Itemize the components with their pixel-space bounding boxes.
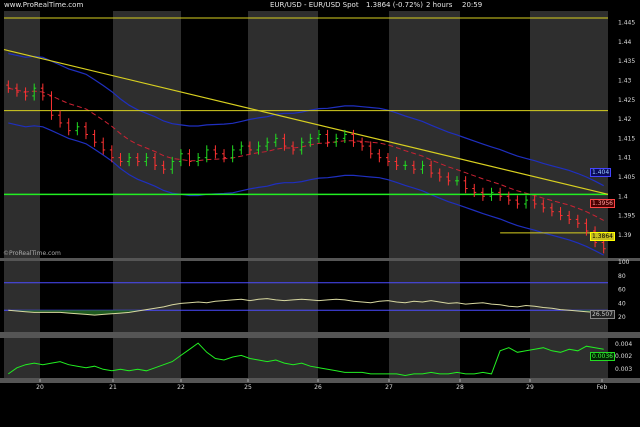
bollinger-price-label: 1.404 — [590, 168, 612, 177]
session-band — [4, 11, 40, 258]
session-band — [318, 261, 389, 332]
chart-canvas: 1.4451.441.4351.431.4251.421.4151.411.40… — [0, 11, 640, 391]
date-tick-label: 26 — [314, 384, 322, 391]
price-tick-label: 1.44 — [618, 39, 632, 46]
session-band — [4, 261, 40, 332]
ma-price-label: 1.3956 — [590, 199, 615, 208]
date-tick-label: 20 — [36, 384, 44, 391]
session-band — [4, 338, 40, 378]
session-band — [248, 11, 318, 258]
oscillator-tick-label: 80 — [618, 273, 626, 280]
oscillator-tick-label: 40 — [618, 300, 626, 307]
session-band — [248, 261, 318, 332]
date-tick-label: 25 — [244, 384, 252, 391]
watermark: ©ProRealTime.com — [3, 250, 61, 257]
price-tick-label: 1.4 — [618, 193, 628, 200]
price-tick-label: 1.425 — [618, 97, 635, 104]
price-tick-label: 1.42 — [618, 116, 632, 123]
session-band — [113, 261, 181, 332]
session-band — [181, 261, 248, 332]
last-price-label: 1.3864 — [590, 232, 615, 241]
session-band — [40, 11, 113, 258]
session-band — [40, 338, 113, 378]
price-tick-label: 1.39 — [618, 232, 632, 239]
session-band — [113, 338, 181, 378]
panel-separator — [0, 332, 640, 338]
session-band — [530, 261, 608, 332]
session-band — [40, 261, 113, 332]
date-tick-label: 28 — [456, 384, 464, 391]
sub-value-label: 0.0036 — [590, 352, 615, 361]
site-label[interactable]: www.ProRealTime.com — [4, 1, 83, 9]
oscillator-tick-label: 20 — [618, 314, 626, 321]
session-band — [460, 261, 530, 332]
session-band — [389, 261, 460, 332]
symbol-title: EUR/USD - EUR/USD Spot — [270, 1, 359, 9]
timeframe[interactable]: 2 hours — [426, 1, 452, 9]
clock-time: 20:59 — [462, 1, 483, 9]
secondary-tick-label: 0.004 — [615, 341, 632, 348]
price-tick-label: 1.435 — [618, 58, 635, 65]
session-band — [389, 11, 460, 258]
date-tick-label: Feb — [597, 384, 608, 391]
session-band — [248, 338, 318, 378]
secondary-tick-label: 0.002 — [615, 353, 632, 360]
oscillator-tick-label: 100 — [618, 259, 630, 266]
panel-separator — [0, 258, 640, 261]
date-tick-label: 27 — [385, 384, 393, 391]
quote-change: 1.3864 (-0.72%) — [366, 1, 423, 9]
date-tick-label: 29 — [526, 384, 534, 391]
secondary-tick-label: 0.003 — [615, 366, 632, 373]
session-band — [460, 11, 530, 258]
date-tick-label: 22 — [177, 384, 185, 391]
panel-separator — [0, 378, 640, 383]
price-tick-label: 1.405 — [618, 174, 635, 181]
session-band — [181, 11, 248, 258]
session-band — [389, 338, 460, 378]
price-tick-label: 1.41 — [618, 155, 632, 162]
price-tick-label: 1.43 — [618, 77, 632, 84]
date-tick-label: 21 — [109, 384, 117, 391]
oscillator-value-label: 26.507 — [590, 310, 615, 319]
price-tick-label: 1.395 — [618, 213, 635, 220]
session-band — [113, 11, 181, 258]
price-tick-label: 1.445 — [618, 20, 635, 27]
session-band — [460, 338, 530, 378]
oscillator-tick-label: 60 — [618, 287, 626, 294]
price-tick-label: 1.415 — [618, 135, 635, 142]
